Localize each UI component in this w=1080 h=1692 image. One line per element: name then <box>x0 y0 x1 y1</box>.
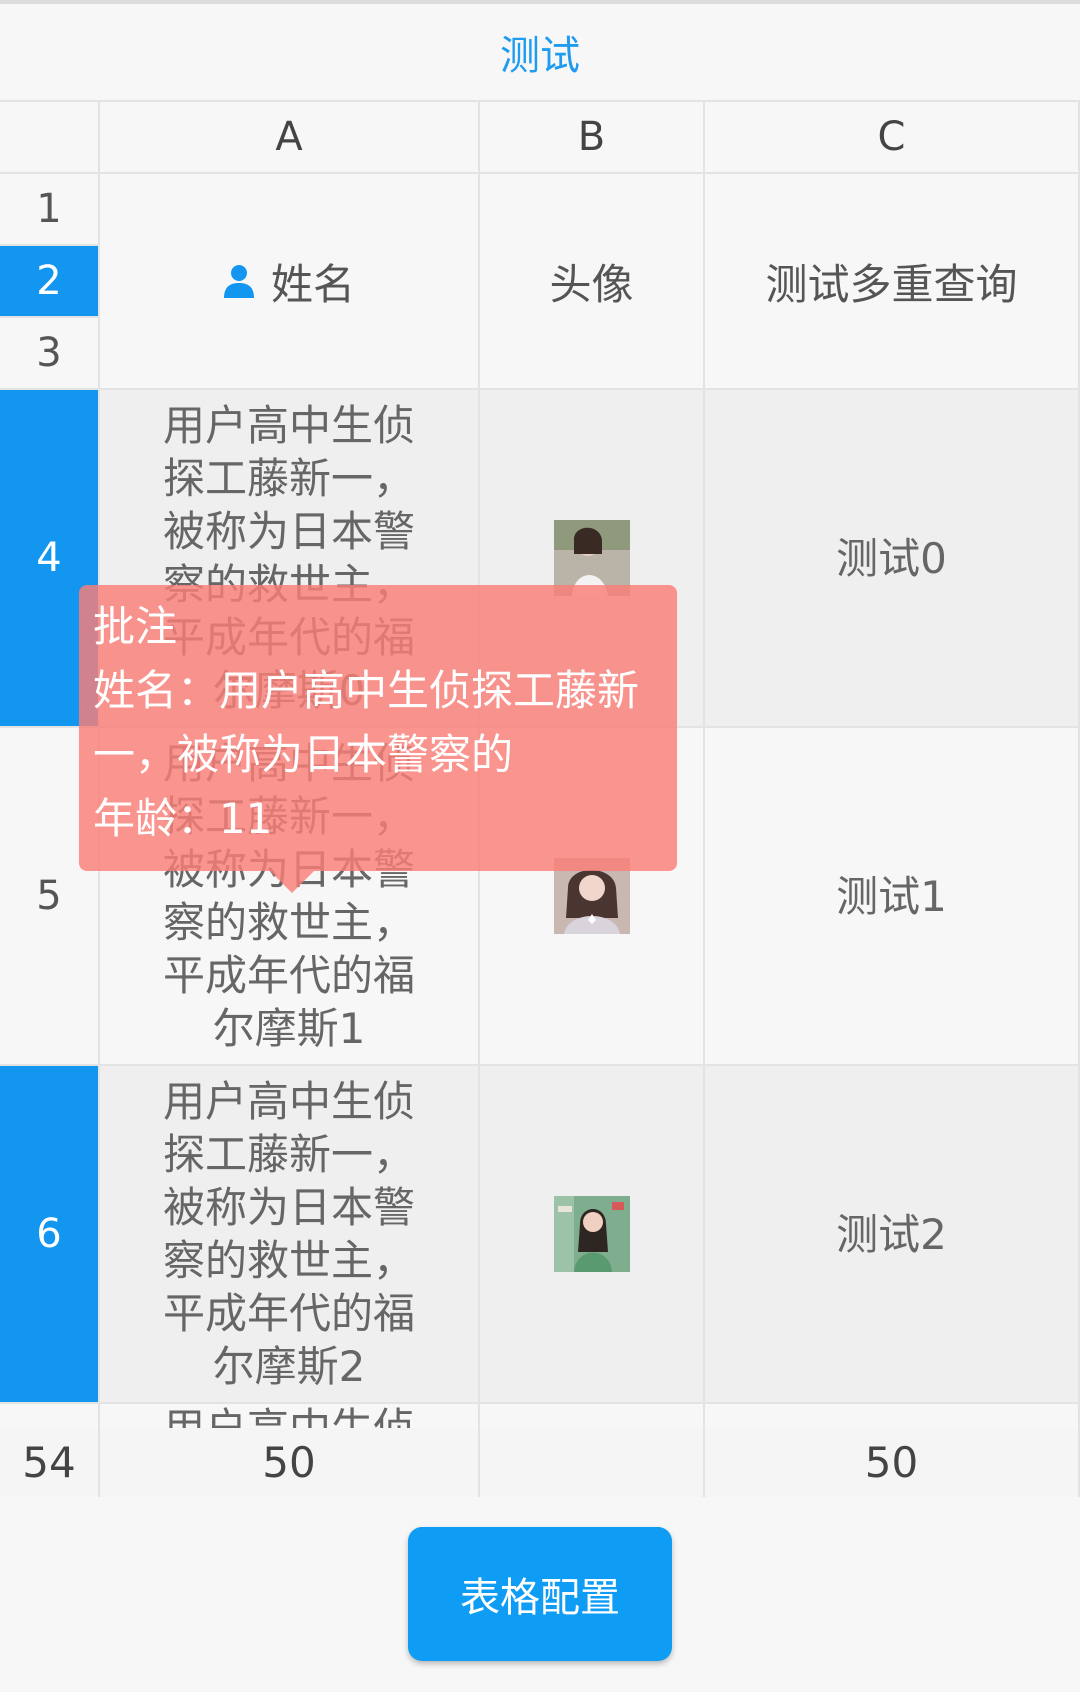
avatar-cell[interactable] <box>480 1066 705 1404</box>
page-title: 测试 <box>500 33 580 79</box>
header-multi-query-cell[interactable]: 测试多重查询 <box>705 174 1080 390</box>
row-number-1[interactable]: 1 <box>0 174 100 246</box>
comment-pointer <box>270 871 314 893</box>
comment-line: 一，被称为日本警察的 <box>93 730 514 779</box>
row-number-6[interactable]: 6 <box>0 1066 100 1404</box>
column-header-b[interactable]: B <box>480 102 705 174</box>
row-number-3[interactable]: 3 <box>0 318 100 390</box>
comment-title: 批注 <box>93 602 178 651</box>
description-cell[interactable]: 用户高中生侦探工藤新一，被称为日本警察的救世主，平成年代的福尔摩斯2 <box>100 1066 480 1404</box>
corner-cell[interactable] <box>0 102 100 174</box>
table-config-button[interactable]: 表格配置 <box>408 1527 672 1661</box>
person-icon <box>223 265 254 298</box>
query-cell[interactable]: 测试2 <box>705 1066 1080 1404</box>
column-header-c[interactable]: C <box>705 102 1080 174</box>
header-name-label: 姓名 <box>270 259 355 309</box>
comment-line: 姓名：用户高中生侦探工藤新 <box>93 666 640 715</box>
column-header-a[interactable]: A <box>100 102 480 174</box>
query-cell[interactable]: 测试0 <box>705 390 1080 728</box>
query-cell[interactable]: 测试1 <box>705 728 1080 1066</box>
comment-popup[interactable]: 批注 姓名：用户高中生侦探工藤新 一，被称为日本警察的 年龄：11 <box>79 585 677 871</box>
header-name-cell[interactable]: 姓名 <box>100 174 480 390</box>
comment-line: 年龄：11 <box>93 794 273 843</box>
footer-cell-a[interactable]: 50 <box>100 1428 480 1497</box>
footer-cell-b[interactable] <box>480 1428 705 1497</box>
row-number-footer[interactable]: 54 <box>0 1428 100 1497</box>
avatar-image <box>553 1196 630 1272</box>
description-text: 用户高中生侦探工藤新一，被称为日本警察的救世主，平成年代的福尔摩斯2 <box>162 1077 415 1391</box>
row-number-2[interactable]: 2 <box>0 246 100 318</box>
footer-cell-c[interactable]: 50 <box>705 1428 1080 1497</box>
header-avatar-cell[interactable]: 头像 <box>480 174 705 390</box>
